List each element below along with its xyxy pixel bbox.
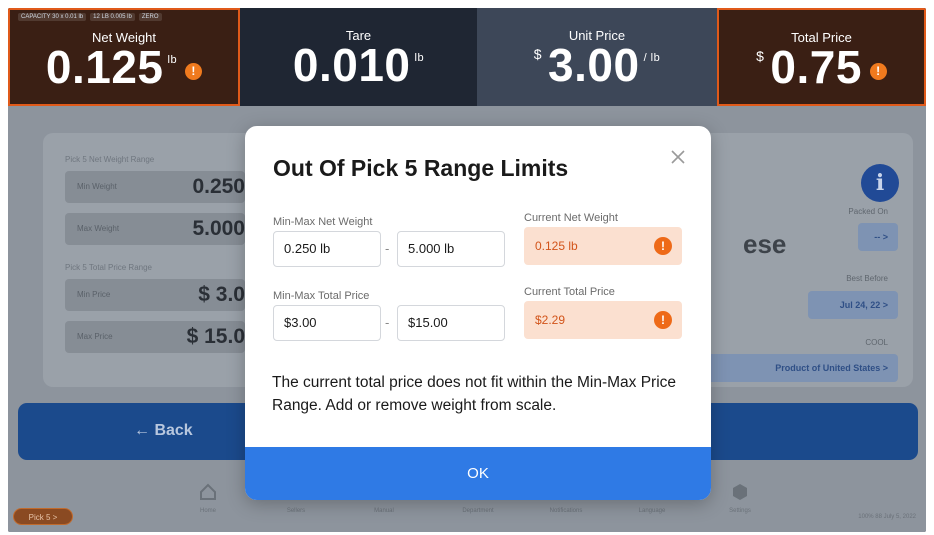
zero-indicator: ZERO (138, 13, 162, 21)
net-weight-warning-icon: ! (185, 63, 203, 80)
total-price-currency: $ (756, 48, 765, 64)
price-range-dash: - (385, 315, 390, 330)
unit-price-currency: $ (533, 46, 543, 62)
tare-value: 0.010 (292, 39, 411, 91)
weight-range-heading: Pick 5 Net Weight Range (65, 155, 155, 164)
current-weight-value: 0.125 lb (535, 239, 578, 253)
nav-settings-label: Settings (729, 508, 751, 514)
current-price-box: $2.29 ! (524, 301, 682, 339)
price-range-label: Min-Max Total Price (273, 290, 370, 302)
max-weight-value: 5.000 (192, 217, 245, 240)
min-weight-row[interactable]: Min Weight 0.250 (65, 171, 245, 203)
unit-price-tile[interactable]: Unit Price $3.00/ lb (477, 8, 717, 106)
nav-home-label: Home (199, 508, 216, 514)
total-price-tile: Total Price $0.75! (717, 8, 926, 106)
price-warning-icon: ! (654, 311, 672, 329)
packed-on-button[interactable]: -- > (858, 223, 898, 251)
gear-icon (733, 484, 747, 500)
max-price-value: $ 15.0 (186, 325, 245, 348)
tare-tile[interactable]: Tare 0.010 lb (240, 8, 477, 106)
min-price-value: $ 3.0 (198, 283, 245, 306)
header-bar: CAPACITY 30 x 0.01 lb 12 LB 0.005 lb ZER… (8, 8, 926, 106)
nav-department-label: Department (462, 508, 494, 514)
weight-range-dash: - (385, 241, 390, 256)
unit-price-value: 3.00 (548, 39, 640, 91)
nav-settings[interactable]: Settings (710, 482, 770, 514)
status-text: 100% 88 July 5, 2022 (858, 514, 916, 520)
resolution-label: 12 LB 0.005 lb (90, 13, 135, 21)
min-weight-value: 0.250 (192, 175, 245, 198)
max-weight-field[interactable]: 5.000 lb (397, 231, 505, 267)
weight-range-label: Min-Max Net Weight (273, 216, 373, 228)
nav-manual-label: Manual (374, 508, 394, 514)
pick5-badge[interactable]: Pick 5 > (13, 508, 73, 525)
best-before-button[interactable]: Jul 24, 22 > (808, 291, 898, 319)
nav-language-label: Language (638, 508, 666, 514)
nav-sellers-label: Sellers (286, 508, 306, 514)
max-weight-label: Max Weight (77, 224, 120, 233)
dialog-message: The current total price does not fit wit… (272, 374, 677, 414)
cool-button[interactable]: Product of United States > (706, 354, 898, 382)
best-before-label: Best Before (846, 274, 888, 283)
net-weight-unit: lb (167, 54, 178, 66)
nav-home[interactable]: Home (178, 482, 238, 514)
total-price-value: 0.75 (770, 41, 862, 93)
min-price-field[interactable]: $3.00 (273, 305, 381, 341)
close-icon[interactable] (669, 148, 687, 166)
min-weight-field[interactable]: 0.250 lb (273, 231, 381, 267)
max-weight-row[interactable]: Max Weight 5.000 (65, 213, 245, 245)
tare-unit: lb (414, 52, 425, 64)
net-weight-tile: CAPACITY 30 x 0.01 lb 12 LB 0.005 lb ZER… (8, 8, 240, 106)
min-price-row[interactable]: Min Price $ 3.0 (65, 279, 245, 311)
max-price-row[interactable]: Max Price $ 15.0 (65, 321, 245, 353)
cool-label: COOL (865, 338, 888, 347)
home-icon (200, 483, 216, 500)
range-limit-dialog: Out Of Pick 5 Range Limits Min-Max Net W… (245, 126, 711, 500)
current-weight-box: 0.125 lb ! (524, 227, 682, 265)
product-name-fragment: ese (743, 229, 787, 259)
unit-price-unit: / lb (643, 52, 661, 64)
dialog-title: Out Of Pick 5 Range Limits (273, 155, 569, 181)
price-range-heading: Pick 5 Total Price Range (65, 263, 153, 272)
max-price-field[interactable]: $15.00 (397, 305, 505, 341)
info-icon[interactable]: i (861, 164, 899, 202)
net-weight-value: 0.125 (45, 41, 164, 93)
nav-notifications-label: Notifications (549, 508, 583, 514)
current-weight-label: Current Net Weight (524, 212, 618, 224)
capacity-label: CAPACITY 30 x 0.01 lb (18, 13, 87, 21)
capacity-strip: CAPACITY 30 x 0.01 lb 12 LB 0.005 lb ZER… (18, 13, 162, 21)
packed-on-label: Packed On (848, 207, 888, 216)
total-price-warning-icon: ! (869, 63, 887, 80)
min-weight-label: Min Weight (77, 182, 117, 191)
max-price-label: Max Price (77, 332, 113, 341)
ok-button[interactable]: OK (245, 447, 711, 500)
weight-warning-icon: ! (654, 237, 672, 255)
current-price-label: Current Total Price (524, 286, 615, 298)
min-price-label: Min Price (77, 290, 111, 299)
current-price-value: $2.29 (535, 313, 566, 327)
